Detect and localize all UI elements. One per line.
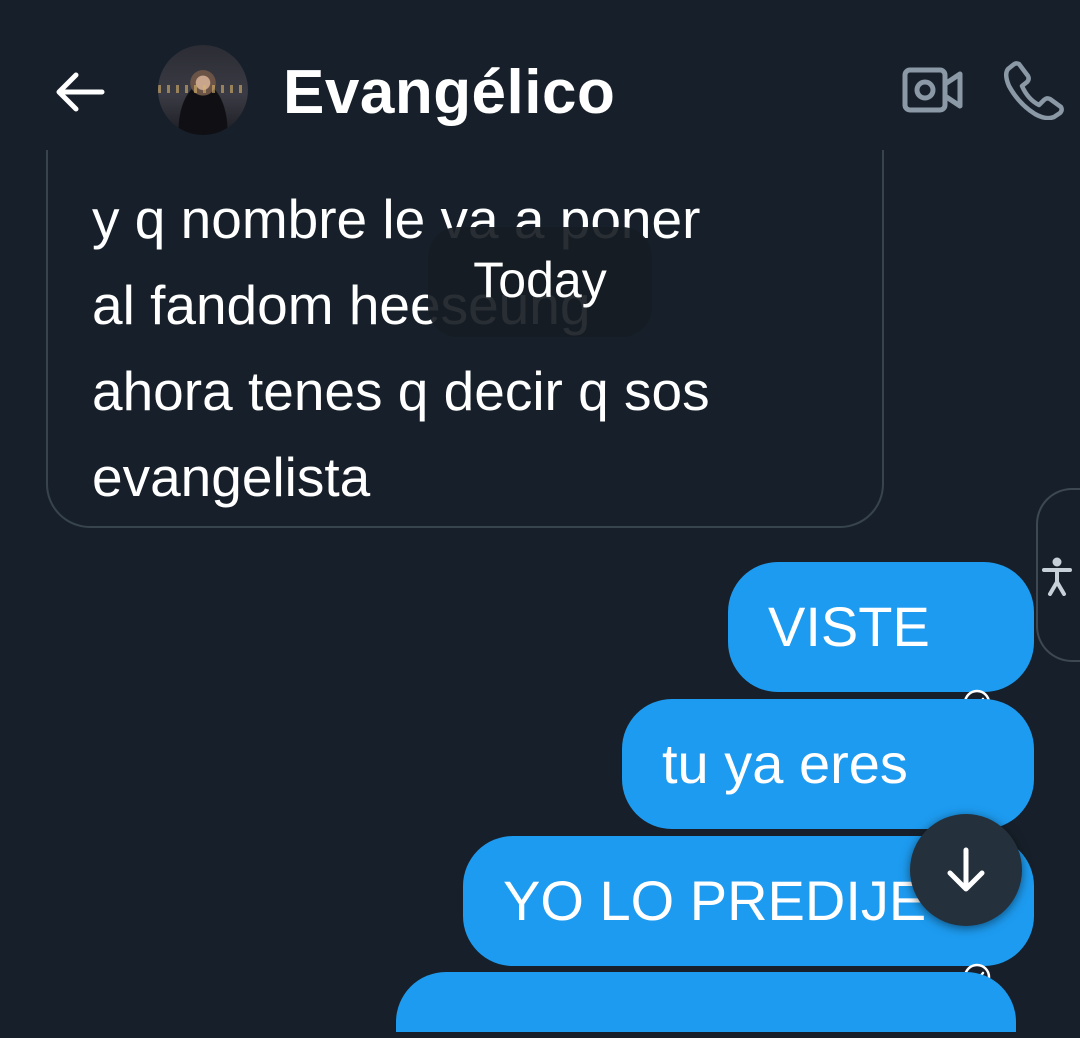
received-message-line: ahora tenes q decir q sos — [92, 360, 710, 422]
phone-call-icon[interactable] — [1003, 60, 1064, 121]
sent-message-bubble[interactable]: tu ya eres — [622, 699, 1034, 854]
sent-message-text: YO LO PREDIJE — [503, 869, 927, 932]
contact-avatar[interactable] — [158, 45, 248, 135]
sent-message-bubble-partial[interactable] — [396, 972, 1016, 1032]
sent-message-text: VISTE — [768, 595, 930, 658]
read-check-icon — [962, 771, 992, 854]
arrow-down-icon — [947, 847, 985, 892]
date-divider-label: Today — [473, 252, 607, 308]
contact-name[interactable]: Evangélico — [283, 58, 615, 128]
scroll-to-bottom-button[interactable] — [910, 814, 1022, 926]
sent-message-bubble[interactable]: VISTE — [728, 562, 1034, 717]
video-call-icon[interactable] — [902, 65, 964, 115]
read-check-icon — [962, 634, 992, 717]
received-message-line: evangelista — [92, 446, 371, 508]
sent-message-text: tu ya eres — [662, 732, 908, 795]
accessibility-icon[interactable] — [1040, 556, 1074, 596]
back-arrow-icon[interactable] — [50, 62, 110, 122]
